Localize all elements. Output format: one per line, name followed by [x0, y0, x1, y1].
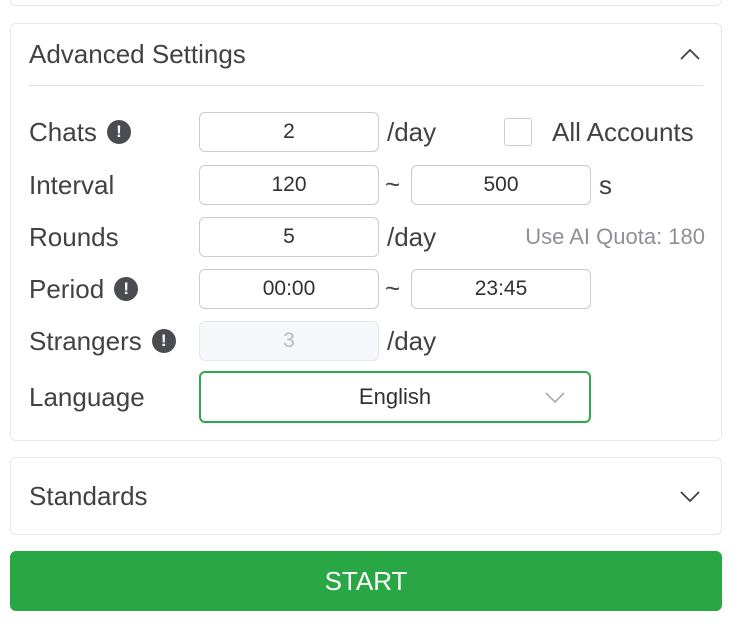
interval-unit: s — [599, 170, 612, 200]
chats-input[interactable]: 2 — [199, 112, 379, 152]
start-button[interactable]: START — [10, 551, 722, 611]
interval-max-input[interactable]: 500 — [411, 165, 591, 205]
all-accounts-checkbox[interactable] — [504, 118, 532, 146]
chevron-down-icon[interactable] — [677, 483, 703, 509]
chevron-down-icon — [545, 392, 565, 404]
strangers-label: Strangers — [29, 325, 142, 356]
chats-label: Chats — [29, 116, 97, 147]
strangers-label-wrap: Strangers ! — [29, 321, 176, 361]
previous-panel-edge — [10, 0, 722, 6]
ai-quota-text: Use AI Quota: 180 — [525, 224, 705, 249]
interval-label: Interval — [29, 169, 115, 200]
rounds-label: Rounds — [29, 221, 119, 252]
strangers-unit: /day — [387, 326, 437, 356]
strangers-info-icon[interactable]: ! — [151, 329, 176, 353]
advanced-settings-panel: Advanced Settings Chats ! 2 /day All Acc… — [10, 23, 722, 441]
interval-min-input[interactable]: 120 — [199, 165, 379, 205]
period-start-input[interactable]: 00:00 — [199, 269, 379, 309]
interval-row: Interval 120 ~ 500 s — [29, 165, 705, 205]
interval-separator: ~ — [385, 169, 401, 199]
chevron-up-icon[interactable] — [677, 42, 703, 68]
period-label: Period — [29, 273, 105, 304]
language-select[interactable]: English — [199, 371, 591, 423]
chats-label-wrap: Chats ! — [29, 112, 131, 152]
standards-panel: Standards — [10, 457, 722, 535]
rounds-unit: /day — [387, 222, 437, 252]
advanced-settings-title: Advanced Settings — [29, 39, 246, 69]
rounds-row: Rounds 5 /day Use AI Quota: 180 — [29, 217, 705, 257]
period-end-input[interactable]: 23:45 — [411, 269, 591, 309]
chats-row: Chats ! 2 /day All Accounts — [29, 112, 705, 152]
standards-header[interactable]: Standards — [29, 458, 703, 534]
standards-title: Standards — [29, 480, 148, 511]
strangers-input: 3 — [199, 321, 379, 361]
advanced-settings-header[interactable]: Advanced Settings — [29, 24, 703, 86]
rounds-input[interactable]: 5 — [199, 217, 379, 257]
chats-unit: /day — [387, 117, 437, 147]
language-label: Language — [29, 381, 145, 412]
chats-info-icon[interactable]: ! — [106, 120, 131, 144]
strangers-row: Strangers ! 3 /day — [29, 321, 705, 361]
all-accounts-label[interactable]: All Accounts — [552, 112, 694, 152]
period-label-wrap: Period ! — [29, 269, 139, 309]
language-row: Language English — [29, 371, 705, 423]
period-separator: ~ — [385, 273, 401, 303]
language-select-value: English — [358, 384, 432, 409]
period-row: Period ! 00:00 ~ 23:45 — [29, 269, 705, 309]
period-info-icon[interactable]: ! — [114, 277, 139, 301]
